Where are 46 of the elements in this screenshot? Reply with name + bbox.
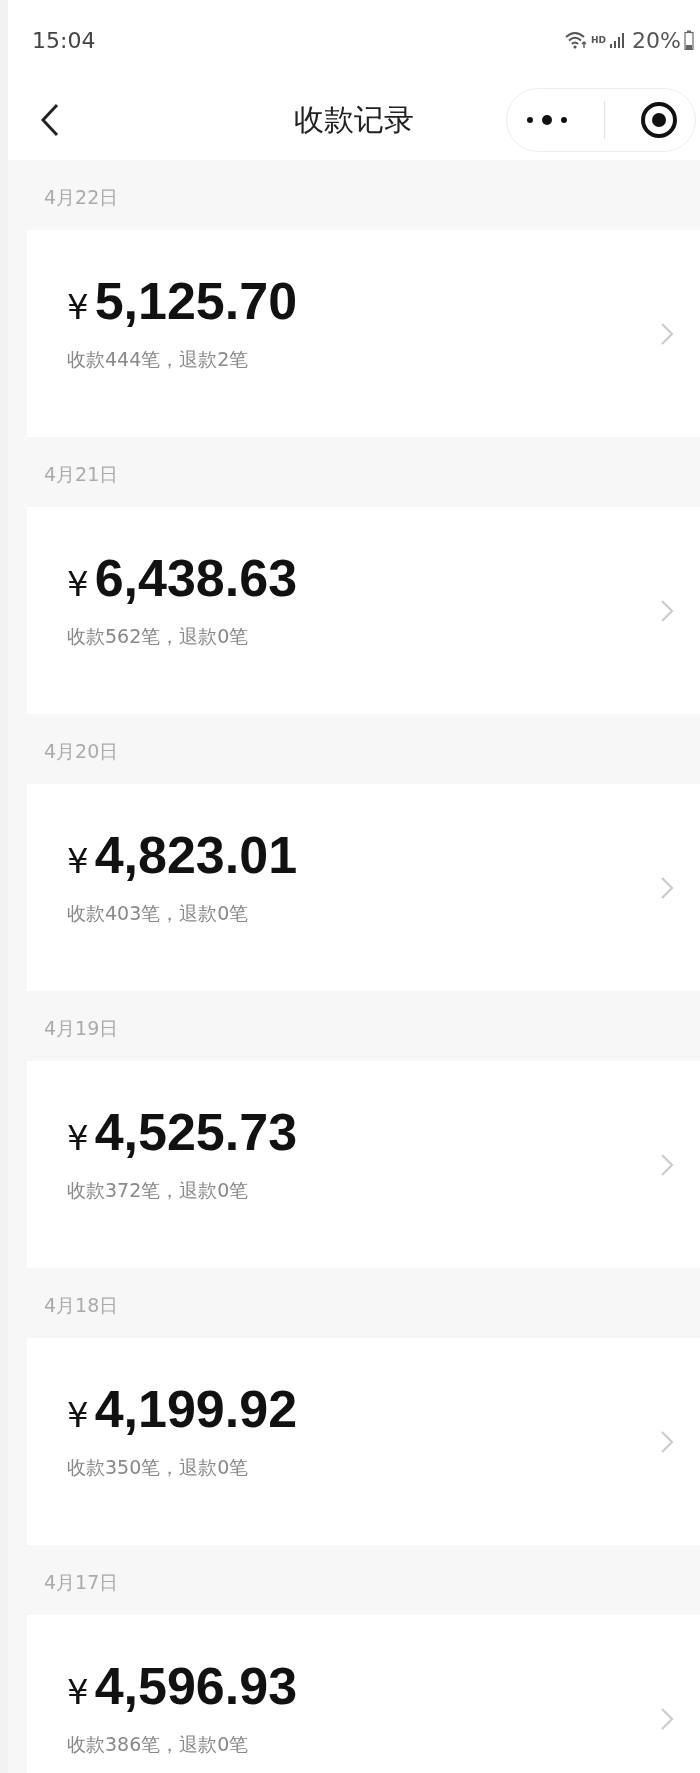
date-label: 4月19日 [44, 1016, 119, 1041]
record-summary: 收款372笔，退款0笔 [67, 1177, 250, 1203]
chevron-right-icon [660, 1152, 674, 1177]
network-type-label: HD [591, 35, 607, 45]
record-summary: 收款386笔，退款0笔 [67, 1731, 250, 1757]
date-label: 4月18日 [44, 1293, 119, 1318]
currency-symbol: ¥ [67, 563, 89, 604]
status-time: 15:04 [32, 27, 96, 53]
signal-icon [609, 31, 626, 49]
wifi-icon [564, 31, 589, 49]
record-card[interactable]: ¥4,525.73 收款372笔，退款0笔 [27, 1061, 700, 1268]
date-label: 4月21日 [44, 462, 119, 487]
currency-symbol: ¥ [67, 840, 89, 881]
amount-text: 4,199.92 [94, 1378, 298, 1439]
record-summary: 收款403笔，退款0笔 [67, 900, 250, 926]
record-card[interactable]: ¥4,823.01 收款403笔，退款0笔 [27, 784, 700, 991]
chevron-right-icon [660, 875, 674, 900]
chevron-right-icon [660, 1706, 674, 1731]
currency-symbol: ¥ [67, 1117, 89, 1158]
record-summary: 收款562笔，退款0笔 [67, 623, 250, 649]
amount-text: 4,525.73 [94, 1101, 298, 1162]
record-summary: 收款444笔，退款2笔 [67, 346, 250, 372]
date-label: 4月17日 [44, 1570, 119, 1595]
currency-symbol: ¥ [67, 1394, 89, 1435]
page-title: 收款记录 [293, 100, 415, 139]
amount-text: 5,125.70 [94, 270, 298, 331]
record-card[interactable]: ¥6,438.63 收款562笔，退款0笔 [27, 507, 700, 714]
battery-percent: 20% [632, 27, 681, 53]
date-label: 4月22日 [44, 185, 119, 210]
currency-symbol: ¥ [67, 286, 89, 327]
record-card[interactable]: ¥4,199.92 收款350笔，退款0笔 [27, 1338, 700, 1545]
record-card[interactable]: ¥4,596.93 收款386笔，退款0笔 [27, 1615, 700, 1773]
currency-symbol: ¥ [67, 1671, 89, 1712]
close-icon[interactable] [639, 101, 678, 139]
more-icon[interactable] [524, 114, 569, 126]
chevron-right-icon [660, 321, 674, 346]
date-label: 4月20日 [44, 739, 119, 764]
amount-text: 4,823.01 [94, 824, 298, 885]
amount-text: 4,596.93 [94, 1655, 298, 1716]
battery-icon [684, 30, 694, 50]
chevron-right-icon [660, 598, 674, 623]
record-card[interactable]: ¥5,125.70 收款444笔，退款2笔 [27, 230, 700, 437]
amount-text: 6,438.63 [94, 547, 298, 608]
record-summary: 收款350笔，退款0笔 [67, 1454, 250, 1480]
back-icon[interactable] [40, 103, 60, 137]
chevron-right-icon [660, 1429, 674, 1454]
